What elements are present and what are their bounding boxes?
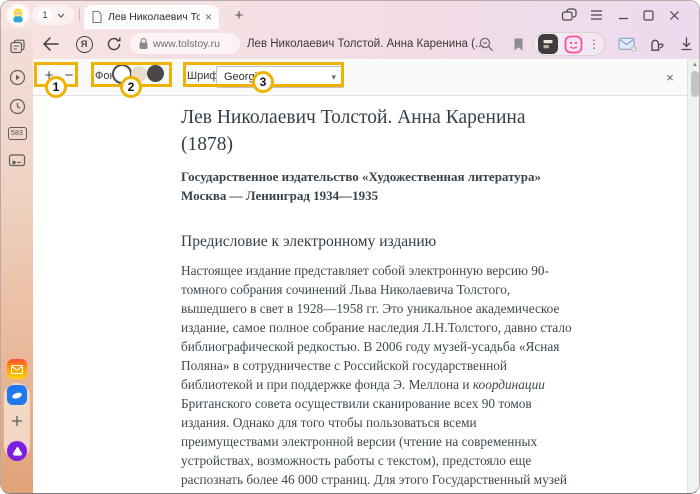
article-imprint: Государственное издательство «Художестве…	[181, 167, 572, 205]
browser-menu-button[interactable]	[586, 5, 606, 25]
sidebar-counter-button[interactable]: 583	[1, 121, 33, 145]
profile-avatar[interactable]	[6, 3, 30, 27]
bookmark-flag-icon	[512, 37, 525, 52]
refresh-icon	[106, 36, 122, 52]
envelope-icon	[11, 365, 23, 374]
talks-button[interactable]	[559, 5, 579, 25]
sidebar-history-button[interactable]	[1, 94, 33, 118]
reader-mode-icon	[542, 38, 554, 50]
content-area: + − Фон Шрифт Georgia ▾ × Лев Николаевич…	[33, 59, 700, 494]
tab-close-icon[interactable]: ×	[205, 11, 212, 23]
avatar-icon	[8, 5, 28, 25]
paragraph-text: Настоящее издание представляет собой эле…	[181, 263, 572, 392]
article-paragraph: Настоящее издание представляет собой эле…	[181, 261, 572, 494]
protect-button[interactable]	[646, 34, 666, 54]
scroll-up-icon[interactable]: ▲	[688, 62, 700, 68]
close-icon	[669, 10, 680, 21]
vertical-scrollbar[interactable]: ▲	[687, 59, 700, 494]
plus-icon	[11, 415, 23, 427]
sidebar-add-app-button[interactable]	[7, 411, 27, 431]
article-page: Лев Николаевич Толстой. Анна Каренина (1…	[33, 96, 687, 494]
alice-icon	[11, 445, 24, 458]
paragraph-italic: координации	[473, 377, 545, 392]
paragraph-text: Британского совета осуществили сканирова…	[181, 396, 572, 494]
extensions-group: ⋮	[533, 32, 605, 56]
minimize-button[interactable]	[613, 5, 633, 25]
navigation-bar: Я www.tolstoy.ru Лев Николаевич Толстой.…	[33, 29, 700, 59]
bookmark-button[interactable]	[508, 34, 528, 54]
magnifier-icon	[478, 36, 495, 53]
sidebar-player-button[interactable]	[1, 65, 33, 89]
url-text: www.tolstoy.ru	[153, 38, 220, 50]
counter-badge: 583	[8, 127, 27, 140]
chevron-down-icon	[57, 13, 65, 18]
address-bar[interactable]: www.tolstoy.ru	[130, 33, 240, 54]
yandex-mail-app-icon[interactable]	[7, 359, 27, 379]
alice-assistant-button[interactable]	[7, 441, 27, 461]
scrollbar-thumb[interactable]	[691, 71, 699, 97]
lock-icon	[138, 37, 149, 50]
sidebar-screencast-button[interactable]	[1, 148, 33, 172]
reviews-extension-button[interactable]	[564, 35, 583, 54]
tab-counter-dropdown[interactable]: 1	[32, 5, 74, 25]
article-section-heading: Предисловие к электронному изданию	[181, 232, 572, 252]
divider	[79, 9, 80, 21]
find-on-page-button[interactable]	[476, 34, 496, 54]
arrow-left-icon	[42, 36, 60, 52]
document-icon	[91, 10, 103, 24]
reader-toolbar-close-button[interactable]: ×	[660, 67, 680, 87]
tab-count: 1	[38, 8, 52, 22]
play-icon	[9, 69, 26, 86]
page-title: Лев Николаевич Толстой. Анна Каренина (.…	[247, 29, 485, 59]
screen-video-icon	[8, 153, 26, 168]
annotation-number-2: 2	[120, 76, 142, 98]
clock-icon	[9, 98, 26, 115]
minimize-icon	[618, 10, 629, 21]
extensions-more-icon[interactable]: ⋮	[588, 37, 600, 51]
close-window-button[interactable]	[664, 5, 684, 25]
maximize-icon	[643, 10, 654, 21]
panels-icon	[9, 38, 26, 55]
yandex-logo-icon: Я	[76, 36, 93, 53]
new-tab-button[interactable]: +	[229, 5, 249, 25]
chat-bubbles-icon	[561, 7, 578, 23]
pink-smile-icon	[564, 35, 583, 54]
yandex-search-button[interactable]: Я	[74, 34, 94, 54]
yandex-disk-app-icon[interactable]	[7, 385, 27, 405]
reader-mode-button[interactable]	[538, 34, 558, 54]
mail-envelope-icon	[618, 36, 638, 53]
refresh-button[interactable]	[104, 34, 124, 54]
download-icon	[679, 36, 694, 52]
downloads-button[interactable]	[676, 34, 696, 54]
mail-notifications-button[interactable]	[618, 34, 638, 54]
article-title: Лев Николаевич Толстой. Анна Каренина (1…	[181, 104, 572, 158]
sidebar-panels-button[interactable]	[1, 34, 33, 58]
tab-title: Лев Николаевич Толст	[108, 11, 200, 23]
tab-anna-karenina[interactable]: Лев Николаевич Толст ×	[84, 5, 219, 29]
tab-strip: 1 Лев Николаевич Толст × +	[1, 1, 700, 29]
hamburger-menu-icon	[590, 10, 603, 20]
sidebar: 583	[1, 29, 33, 494]
browser-window: 1 Лев Николаевич Толст × +	[0, 0, 700, 494]
maximize-button[interactable]	[638, 5, 658, 25]
disk-icon	[10, 388, 24, 402]
protect-gloves-icon	[647, 36, 666, 53]
annotation-number-1: 1	[45, 76, 67, 98]
back-button[interactable]	[41, 34, 61, 54]
annotation-number-3: 3	[252, 71, 274, 93]
